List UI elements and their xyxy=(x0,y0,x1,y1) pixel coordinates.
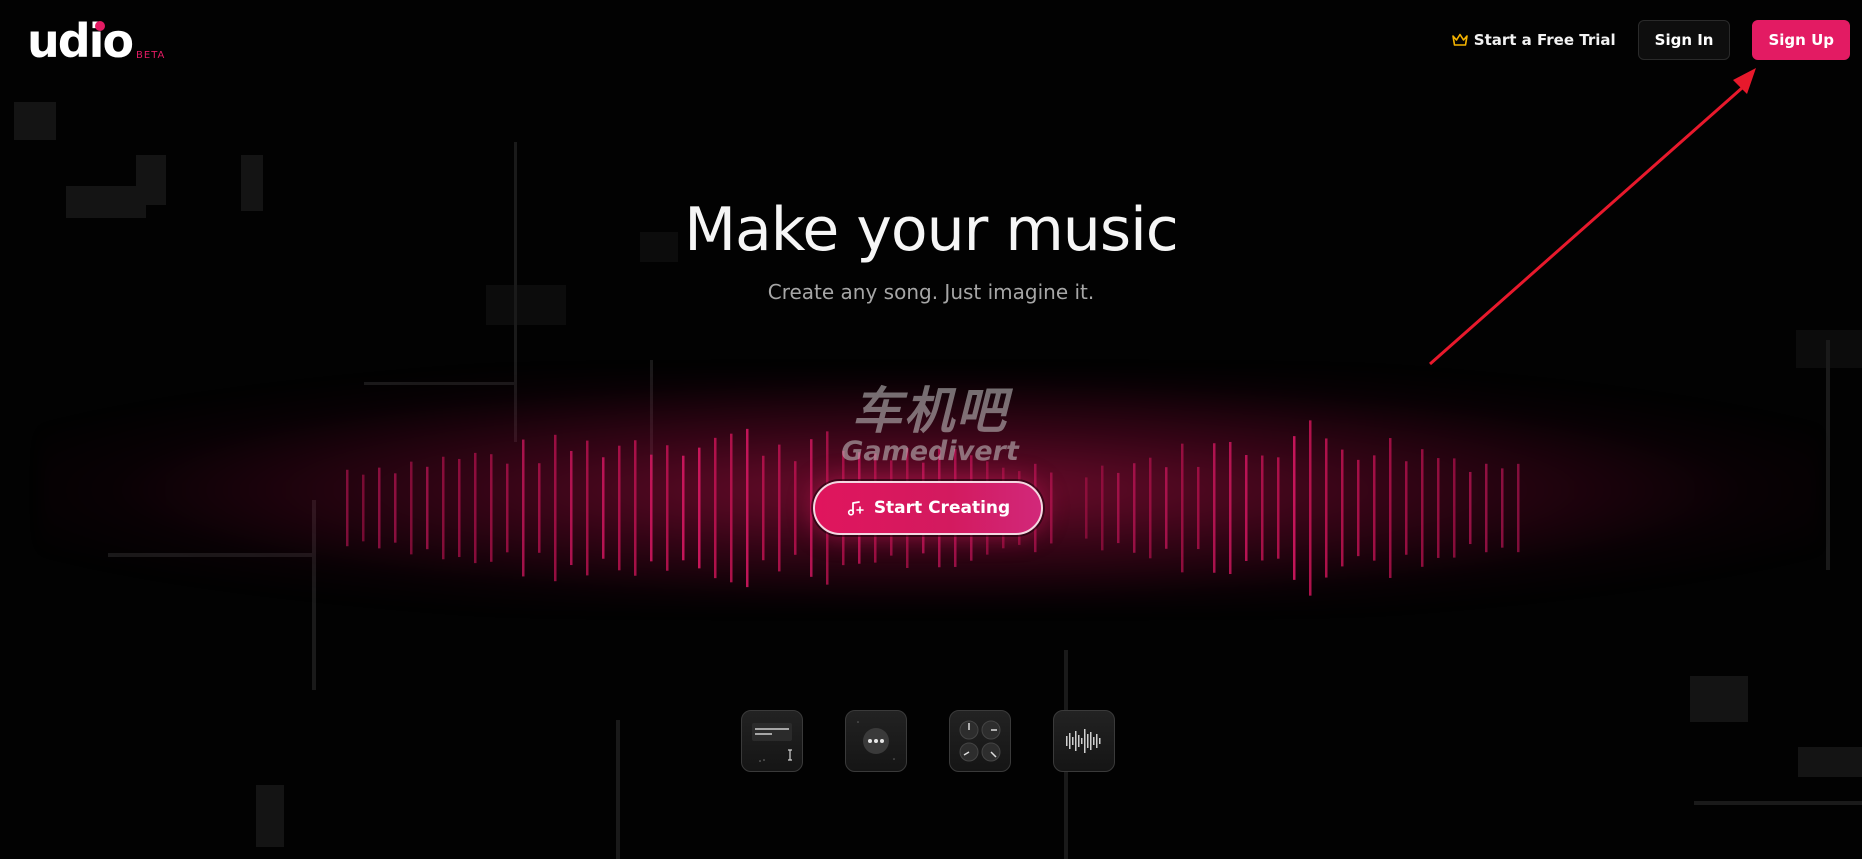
waveform-bar xyxy=(1101,465,1104,551)
waveform-bar xyxy=(1485,463,1488,553)
waveform-bar xyxy=(474,452,477,564)
waveform-bar xyxy=(1245,455,1248,561)
waveform-icon xyxy=(1066,729,1101,753)
waveform-bar xyxy=(554,434,557,582)
feature-chat[interactable] xyxy=(845,710,907,772)
waveform-bar xyxy=(1341,449,1344,567)
waveform-bar xyxy=(506,463,509,553)
waveform-bar xyxy=(1421,449,1424,567)
waveform-bar xyxy=(1325,438,1328,578)
waveform-bar xyxy=(1229,441,1232,575)
waveform-bar xyxy=(458,458,461,558)
waveform-bar xyxy=(1050,472,1053,544)
waveform-bar xyxy=(362,474,365,542)
waveform-bar xyxy=(1517,463,1520,553)
waveform-bar xyxy=(1181,443,1184,573)
waveform-bar xyxy=(1293,436,1296,580)
waveform-bar xyxy=(618,445,621,571)
waveform-bar xyxy=(1085,477,1088,539)
knobs-icon xyxy=(959,720,1001,762)
chat-bubble-icon xyxy=(857,721,895,760)
text-prompt-icon xyxy=(752,723,792,762)
waveform-bar xyxy=(1469,471,1472,545)
watermark-text-en: Gamedivert xyxy=(841,436,1019,467)
start-creating-label: Start Creating xyxy=(873,498,1011,518)
feature-text-prompt[interactable] xyxy=(741,710,803,772)
feature-waveform[interactable] xyxy=(1053,710,1115,772)
waveform-bar xyxy=(1389,438,1392,578)
waveform-bar xyxy=(1277,457,1280,559)
waveform-bar xyxy=(1373,455,1376,561)
waveform-bar xyxy=(538,463,541,553)
feature-knobs[interactable] xyxy=(949,710,1011,772)
waveform-bar xyxy=(634,440,637,576)
waveform-bar xyxy=(1501,468,1504,548)
waveform-bar xyxy=(1213,443,1216,573)
page: udio BETA Start a Free Trial Sign In Sig… xyxy=(0,0,1862,859)
waveform-bar xyxy=(346,469,349,547)
waveform-bar xyxy=(698,447,701,569)
waveform-bar xyxy=(1357,459,1360,557)
watermark-text-cn: 车机吧 xyxy=(852,382,1008,440)
waveform-bar xyxy=(794,461,797,555)
waveform-bar xyxy=(1133,463,1136,553)
waveform-bar xyxy=(586,440,589,576)
waveform-bar xyxy=(1309,420,1312,596)
music-note-plus-icon xyxy=(847,501,864,516)
waveform-bar xyxy=(778,444,781,572)
waveform-bar xyxy=(410,461,413,555)
waveform-bar xyxy=(1165,467,1168,549)
waveform-bar xyxy=(1197,466,1200,550)
waveform-bar xyxy=(1149,457,1152,559)
waveform-bar xyxy=(650,454,653,562)
waveform-bar xyxy=(442,456,445,560)
start-creating-button[interactable]: Start Creating xyxy=(813,481,1043,535)
waveform-bar xyxy=(394,473,397,543)
waveform-bar xyxy=(762,455,765,561)
waveform-bar xyxy=(730,433,733,583)
waveform-bar xyxy=(1453,458,1456,558)
waveform-bar xyxy=(746,428,749,588)
waveform-bar xyxy=(1117,472,1120,544)
waveform-bar xyxy=(490,454,493,562)
waveform-bar xyxy=(522,439,525,577)
waveform-bar xyxy=(1405,461,1408,555)
watermark: 车机吧 Gamedivert xyxy=(830,385,1030,467)
waveform-bar xyxy=(602,457,605,559)
waveform-bar xyxy=(682,455,685,561)
waveform-bar xyxy=(1261,455,1264,561)
waveform-bar xyxy=(1437,458,1440,558)
waveform-bar xyxy=(378,467,381,549)
waveform-bar xyxy=(426,466,429,550)
waveform-bar xyxy=(666,445,669,571)
waveform-bar xyxy=(714,437,717,579)
waveform-bar xyxy=(570,450,573,566)
